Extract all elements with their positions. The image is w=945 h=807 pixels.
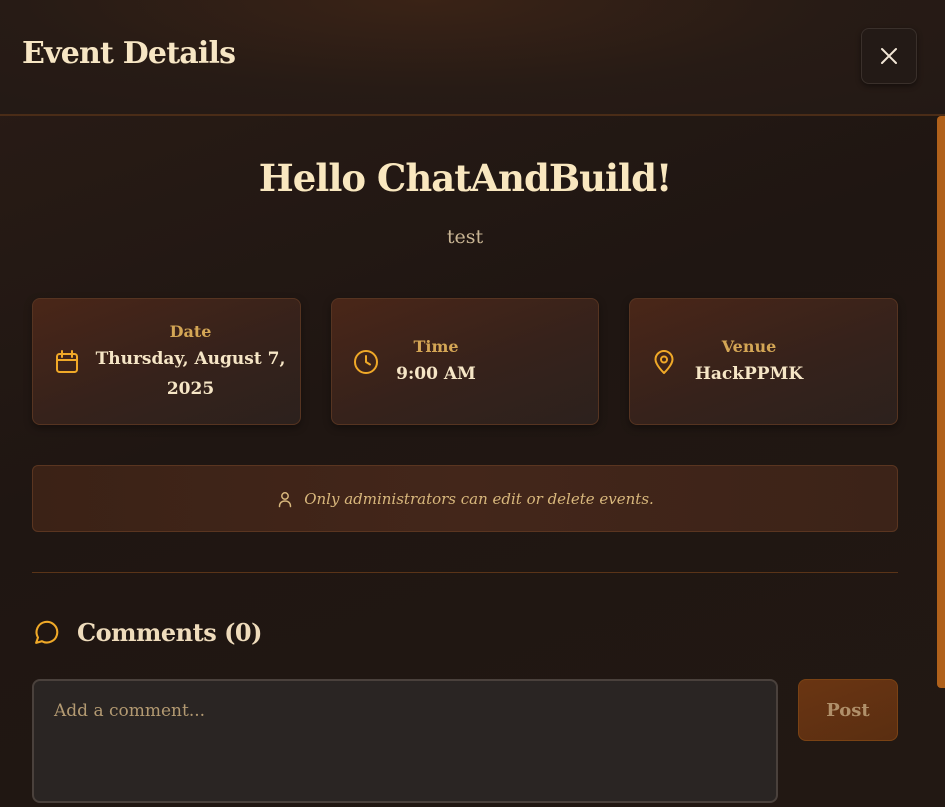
date-value-line2: 2025 [166, 378, 215, 399]
venue-label: Venue [721, 336, 777, 356]
calendar-icon [56, 349, 78, 373]
post-button[interactable]: Post [798, 679, 898, 741]
date-card: Date Thursday, August 7, 2025 [32, 298, 301, 425]
admin-notice-text: Only administrators can edit or delete e… [304, 489, 654, 508]
comment-input[interactable] [32, 679, 778, 803]
event-description: test [446, 226, 484, 248]
section-divider [32, 572, 898, 573]
time-card: Time 9:00 AM [331, 298, 599, 425]
user-icon [278, 491, 292, 507]
date-label: Date [169, 321, 212, 341]
venue-value: HackPPMK [694, 363, 804, 384]
clock-icon [354, 349, 378, 374]
date-value-line1: Thursday, August 7, [95, 348, 286, 369]
modal-header: Event Details [0, 0, 945, 116]
comments-header: Comments (0) [32, 614, 262, 650]
close-icon [881, 48, 897, 64]
time-label: Time [413, 336, 459, 356]
admin-notice: Only administrators can edit or delete e… [32, 465, 898, 532]
message-circle-icon [35, 620, 59, 644]
time-value: 9:00 AM [396, 363, 476, 384]
close-button[interactable] [861, 28, 917, 84]
comments-title: Comments (0) [77, 617, 262, 647]
event-details-modal: Event Details Hello ChatAndBuild! test D… [0, 0, 945, 807]
event-title: Hello ChatAndBuild! [258, 156, 672, 200]
venue-card: Venue HackPPMK [629, 298, 898, 425]
scrollbar-thumb[interactable] [937, 116, 945, 688]
modal-title: Event Details [22, 36, 236, 71]
map-pin-icon [654, 349, 674, 374]
